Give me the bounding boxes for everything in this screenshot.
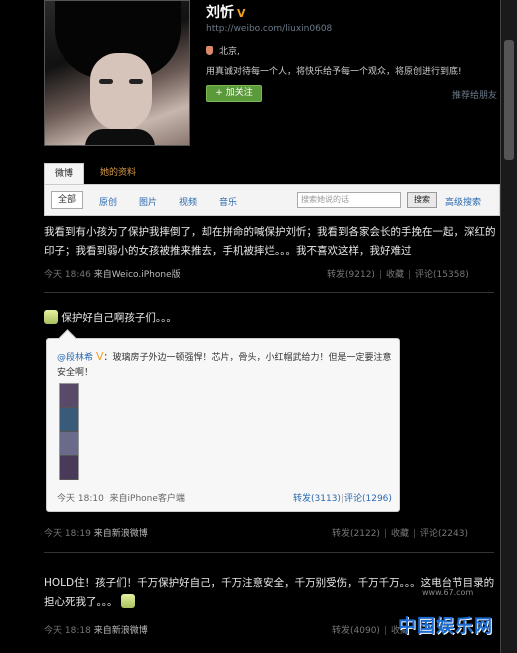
post-meta: 今天 18:46 来自Weico.iPhone版 转发(9212) | 收藏 | 评论(…	[44, 268, 496, 282]
repost-time-source: 今天 18:10 来自iPhone客户端	[57, 491, 185, 504]
favorite-link[interactable]: 收藏	[386, 270, 404, 280]
post-time[interactable]: 今天 18:19	[44, 529, 91, 539]
filter-bar: 全部 原创 图片 视频 音乐 搜索她说的话 搜索 高级搜索	[44, 184, 500, 216]
tab-weibo[interactable]: 微博	[44, 163, 84, 184]
scrollbar-thumb[interactable]	[504, 40, 514, 160]
profile-location: 北京,	[206, 44, 240, 57]
location-pin-icon	[206, 46, 213, 55]
thumb-slice	[60, 384, 78, 408]
post-source[interactable]: 来自新浪微博	[94, 626, 148, 636]
repost-text-content: ：玻璃房子外边一顿强悍！芯片，骨头，小红帽武给力！但是一定要注意安全啊！	[57, 353, 392, 378]
filter-music[interactable]: 音乐	[219, 195, 237, 208]
repost-link[interactable]: 转发(9212)	[327, 270, 375, 280]
post-meta: 今天 18:19 来自新浪微博 转发(2122) | 收藏 | 评论(2243)	[44, 527, 496, 541]
repost-link[interactable]: 转发(2122)	[332, 529, 380, 539]
thumb-slice	[60, 408, 78, 432]
comment-link[interactable]: 评论(15358)	[415, 270, 469, 280]
verified-badge-icon: V	[237, 7, 246, 20]
profile-tabs: 微博 她的资料	[44, 163, 500, 184]
repost-box: @段林希 V：玻璃房子外边一顿强悍！芯片，骨头，小红帽武给力！但是一定要注意安全啊…	[46, 338, 400, 512]
post-time[interactable]: 今天 18:18	[44, 626, 91, 636]
advanced-search-link[interactable]: 高级搜索	[445, 195, 481, 208]
post-actions: 转发(9212) | 收藏 | 评论(15358)	[327, 270, 469, 280]
watermark-logo: www.67.com 中国娱乐网	[398, 588, 516, 652]
verified-badge-icon: V	[96, 350, 104, 363]
favorite-link[interactable]: 收藏	[391, 529, 409, 539]
comment-link[interactable]: 评论(2243)	[420, 529, 468, 539]
filter-video[interactable]: 视频	[179, 195, 197, 208]
repost-link[interactable]: 转发(4090)	[332, 626, 380, 636]
profile-name: 刘忻 V	[206, 2, 246, 22]
profile-location-text: 北京,	[219, 47, 240, 57]
recommend-link[interactable]: 推荐给朋友	[452, 88, 497, 101]
tab-profile[interactable]: 她的资料	[100, 163, 136, 184]
post-text-content: 保护好自己啊孩子们。。。	[61, 312, 177, 324]
post-text: 保护好自己啊孩子们。。。	[44, 309, 496, 328]
repost-text: @段林希 V：玻璃房子外边一顿强悍！芯片，骨头，小红帽武给力！但是一定要注意安全啊…	[57, 349, 392, 381]
profile-bio: 用真诚对待每一个人，将快乐给予每一个观众，将原创进行到底!	[206, 67, 462, 77]
profile-name-text: 刘忻	[206, 5, 234, 21]
filter-all[interactable]: 全部	[51, 191, 83, 209]
avatar-collar	[85, 129, 155, 145]
repost-source[interactable]: 来自iPhone客户端	[110, 494, 185, 504]
post-divider	[44, 552, 494, 553]
thumb-slice	[60, 432, 78, 456]
avatar[interactable]	[44, 0, 190, 146]
thumb-slice	[60, 456, 78, 480]
avatar-eye	[129, 79, 143, 84]
emoticon-icon	[120, 594, 135, 608]
profile-header: 刘忻 V http://weibo.com/liuxin0608 北京, 用真诚对…	[44, 0, 500, 150]
watermark-brand: 中国娱乐网	[398, 616, 493, 637]
post-source[interactable]: 来自新浪微博	[94, 529, 148, 539]
post-time[interactable]: 今天 18:46	[44, 270, 91, 280]
filter-original[interactable]: 原创	[99, 195, 117, 208]
post-text: 我看到有小孩为了保护我摔倒了，却在拼命的喊保护刘忻；我看到各家会长的手挽在一起，…	[44, 226, 496, 257]
repost-author-link[interactable]: @段林希	[57, 353, 93, 363]
search-input[interactable]: 搜索她说的话	[297, 192, 401, 208]
watermark-site: www.67.com	[422, 588, 474, 597]
scrollbar[interactable]	[500, 0, 517, 653]
repost-actions: 转发(3113)|评论(1296)	[293, 494, 392, 504]
post-source[interactable]: 来自Weico.iPhone版	[94, 270, 181, 280]
emoticon-icon	[44, 310, 58, 324]
profile-url[interactable]: http://weibo.com/liuxin0608	[206, 24, 332, 34]
repost-image-thumbnail[interactable]	[59, 383, 79, 480]
repost-original-comment-link[interactable]: 评论(1296)	[344, 494, 392, 504]
repost-original-repost-link[interactable]: 转发(3113)	[293, 494, 341, 504]
follow-button[interactable]: + 加关注	[206, 85, 262, 102]
avatar-eye	[99, 79, 113, 84]
avatar-face	[90, 53, 152, 131]
filter-pictures[interactable]: 图片	[139, 195, 157, 208]
repost-time[interactable]: 今天 18:10	[57, 494, 104, 504]
post-actions: 转发(2122) | 收藏 | 评论(2243)	[332, 529, 468, 539]
post-divider	[44, 292, 494, 293]
search-button[interactable]: 搜索	[407, 192, 437, 208]
